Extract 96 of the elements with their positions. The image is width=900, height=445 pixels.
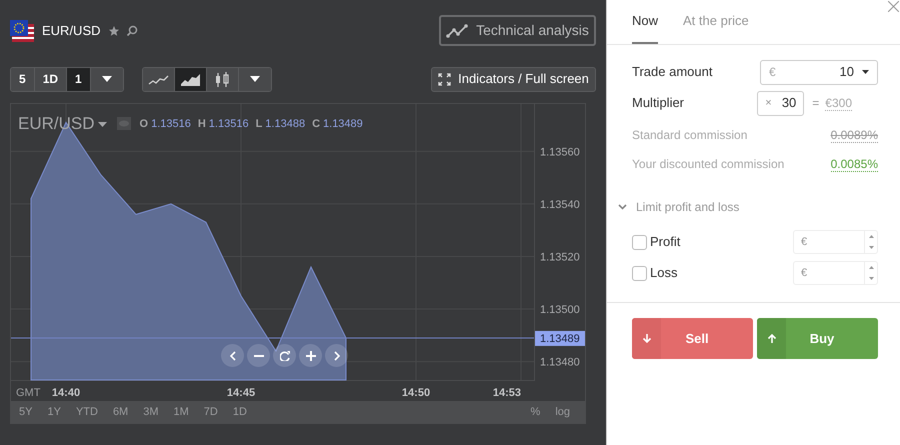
- limit-amount-field[interactable]: €: [793, 230, 878, 254]
- ohlc-key: H: [198, 116, 206, 132]
- ohlc-key: O: [140, 116, 148, 132]
- range-button[interactable]: 1M: [174, 404, 189, 420]
- scroll-right-button[interactable]: [325, 344, 348, 367]
- equals-sign: =: [812, 95, 820, 112]
- indicators-fullscreen-button[interactable]: Indicators / Full screen: [431, 66, 596, 92]
- time-axis-label: 14:40: [52, 387, 80, 399]
- time-axis-label: 14:53: [492, 387, 521, 399]
- price-axis-label: 1.13560: [540, 146, 580, 158]
- ohlc-value: 1.13516: [151, 116, 191, 132]
- price-axis-label: 1.13520: [540, 251, 580, 264]
- ohlc-key: L: [256, 116, 262, 132]
- chevron-left-icon: [230, 350, 236, 360]
- range-button[interactable]: 7D: [204, 404, 218, 420]
- limit-amount-input[interactable]: €: [794, 231, 864, 253]
- period-button[interactable]: 1D: [34, 68, 68, 90]
- flag-icon: [10, 20, 34, 42]
- currency-symbol: €: [769, 64, 776, 81]
- caret-icon: [102, 76, 112, 82]
- caret-icon[interactable]: [98, 122, 107, 128]
- limit-amount-field[interactable]: €: [793, 261, 878, 285]
- commission-label: Your discounted commission: [632, 156, 784, 173]
- times-sign: ×: [765, 96, 772, 111]
- chevron-right-icon: [334, 350, 340, 360]
- timezone-label: GMT: [16, 387, 40, 399]
- chart-type-button[interactable]: [142, 68, 175, 90]
- multiplier-value: 30: [782, 94, 796, 112]
- star-icon[interactable]: [108, 24, 120, 36]
- range-button[interactable]: YTD: [76, 404, 98, 420]
- commission-label: Standard commission: [632, 127, 748, 144]
- checkbox-label: Profit: [650, 233, 680, 252]
- period-dropdown-button[interactable]: [90, 68, 123, 90]
- total-amount: €300: [825, 96, 852, 110]
- search-icon[interactable]: [126, 24, 138, 36]
- spinner-up-icon[interactable]: [868, 235, 874, 238]
- price-axis-label: 1.13500: [540, 304, 580, 316]
- chart-type-dropdown-button[interactable]: [238, 68, 271, 90]
- chart-type-button[interactable]: [174, 68, 207, 90]
- spinner-down-icon[interactable]: [868, 246, 874, 249]
- time-axis-label: 14:50: [402, 387, 430, 399]
- scale-button[interactable]: log: [555, 404, 570, 420]
- price-axis-label: 1.13480: [540, 356, 580, 369]
- scale-button[interactable]: %: [530, 404, 540, 420]
- range-button[interactable]: 1D: [232, 404, 247, 420]
- ohlc-value: 1.13489: [323, 116, 363, 132]
- period-button[interactable]: 5: [11, 68, 35, 90]
- close-icon[interactable]: [888, 1, 899, 12]
- chart-symbol[interactable]: EUR/USD: [18, 111, 95, 136]
- zoom-in-button[interactable]: [299, 344, 322, 367]
- order-tab[interactable]: At the price: [683, 10, 749, 44]
- limit-profit-loss-toggle[interactable]: Limit profit and loss: [618, 198, 740, 216]
- ohlc-value: 1.13488: [265, 116, 306, 132]
- spinner-down-icon[interactable]: [868, 277, 874, 280]
- range-button[interactable]: 1Y: [47, 404, 61, 420]
- ref-line-label: 1.13489: [540, 332, 580, 345]
- trade-amount-label: Trade amount: [632, 63, 712, 82]
- time-axis-label: 14:45: [226, 387, 256, 399]
- buy-button[interactable]: Buy: [757, 318, 878, 359]
- range-button[interactable]: 6M: [112, 404, 128, 420]
- expand-icon: [438, 72, 452, 86]
- commission-value: 0.0085%: [830, 156, 878, 172]
- spinner-up-icon[interactable]: [868, 266, 874, 269]
- plus-icon: [306, 350, 316, 360]
- range-button[interactable]: 5Y: [19, 404, 32, 420]
- caret-icon: [862, 70, 869, 74]
- multiplier-label: Multiplier: [632, 94, 684, 112]
- ohlc-value: 1.13516: [208, 116, 249, 132]
- period-button[interactable]: 1: [67, 68, 91, 90]
- caret-icon: [250, 76, 260, 82]
- ohlc-key: C: [312, 116, 320, 132]
- arrow-up-icon: [766, 333, 776, 344]
- limit-amount-input[interactable]: €: [794, 262, 864, 284]
- commission-value: 0.0089%: [830, 128, 878, 142]
- current-price-label: 1.13489: [535, 330, 585, 346]
- checkbox-label: Loss: [650, 264, 678, 282]
- price-axis-label: 1.13540: [540, 198, 580, 211]
- range-button[interactable]: 3M: [143, 404, 158, 420]
- technical-analysis-button[interactable]: Technical analysis: [439, 15, 596, 46]
- arrow-down-icon: [642, 333, 652, 344]
- refresh-icon: [280, 350, 290, 360]
- chevron-icon: [618, 204, 627, 210]
- reset-button[interactable]: [273, 344, 296, 367]
- trade-amount-value: 10: [840, 63, 854, 82]
- multiplier-field[interactable]: × 30: [757, 90, 804, 116]
- zoom-out-button[interactable]: [247, 344, 270, 367]
- scroll-left-button[interactable]: [221, 344, 244, 367]
- chart-line-icon: [446, 24, 468, 38]
- symbol-title: EUR/USD: [42, 22, 101, 40]
- chart-type-button[interactable]: [206, 68, 239, 90]
- minus-icon: [254, 354, 264, 356]
- order-tab[interactable]: Now: [632, 10, 658, 44]
- trade-amount-select[interactable]: € 10: [760, 60, 878, 84]
- sell-button[interactable]: Sell: [632, 318, 753, 359]
- checkbox[interactable]: [632, 234, 647, 250]
- checkbox[interactable]: [632, 266, 647, 280]
